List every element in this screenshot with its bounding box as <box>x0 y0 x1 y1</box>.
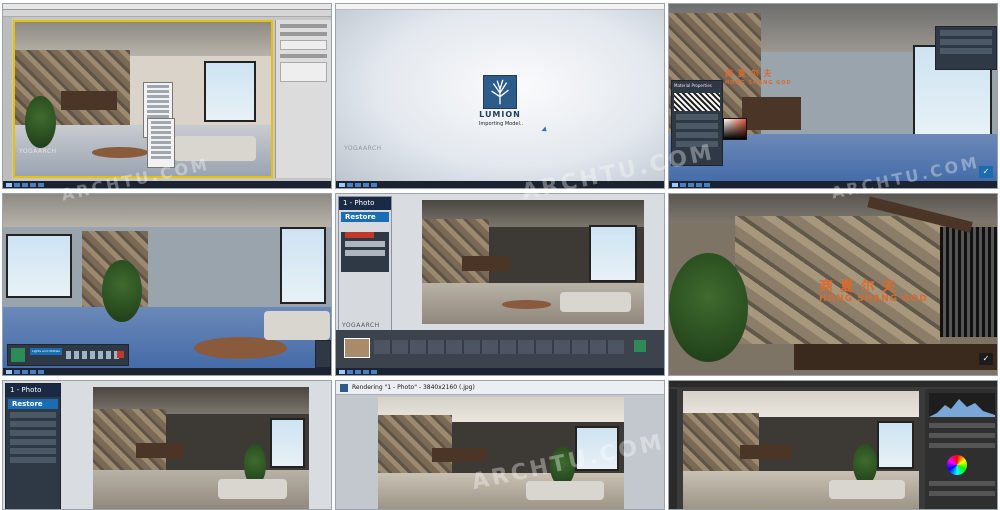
watermark-label: YOGAARCH <box>342 322 380 329</box>
wall-sign-chinese: 商 夏 尔 夫 <box>725 69 773 78</box>
document-canvas[interactable] <box>683 391 919 509</box>
lights-utilities-tab[interactable]: Lights and Utilities <box>30 348 62 355</box>
photo-mode-title: 1 - Photo <box>339 197 391 210</box>
render-titlebar: Rendering "1 - Photo" - 3840x2160 (.jpg) <box>336 381 664 395</box>
windows-start-icon[interactable] <box>6 369 12 374</box>
viewport-label: YOGAARCH <box>19 148 57 155</box>
tile-lumion-wall-closeup: 商 夏 尔 夫 HONG SHANG GOD ✓ <box>668 193 998 376</box>
effects-panel[interactable]: 1 - Photo Restore <box>338 196 392 342</box>
windows-start-icon[interactable] <box>339 369 345 374</box>
watermark-label: YOGAARCH <box>344 145 382 152</box>
scene-view[interactable]: 商 夏 尔 夫 HONG SHANG GOD <box>669 194 997 375</box>
empty-photo-slots[interactable] <box>374 340 624 354</box>
photo-thumbnail[interactable] <box>344 338 370 358</box>
restore-button[interactable]: Restore <box>341 212 389 222</box>
wall-sign-chinese: 商 夏 尔 夫 <box>819 279 897 295</box>
restore-button[interactable]: Restore <box>8 399 58 409</box>
confirm-check-button[interactable]: ✓ <box>979 353 993 365</box>
tile-3dsmax-modeling: YOGAARCH <box>2 3 332 189</box>
render-title: Rendering "1 - Photo" - 3840x2160 (.jpg) <box>352 384 475 391</box>
mouse-cursor-icon <box>541 126 549 134</box>
material-panel-title: Material Properties <box>674 83 712 88</box>
photo-set-strip[interactable] <box>336 330 664 368</box>
material-preview <box>674 93 720 111</box>
photo-preview[interactable] <box>93 387 309 509</box>
left-tool-strip <box>3 17 12 181</box>
ps-right-panels[interactable] <box>925 389 997 509</box>
windows-start-icon[interactable] <box>339 182 345 187</box>
render-button[interactable] <box>634 340 646 352</box>
tile-lumion-effects: 1 - Photo Restore <box>2 380 332 510</box>
windows-start-icon[interactable] <box>6 182 12 187</box>
tile-lumion-photo-mode: 1 - Photo Restore YOGAARCH <box>335 193 665 376</box>
effect-sliders[interactable] <box>341 232 389 272</box>
titlebar <box>336 4 664 10</box>
tile-photoshop <box>668 380 998 510</box>
import-status: Importing Model.. <box>478 121 524 127</box>
top-right-toolbox[interactable] <box>935 26 997 70</box>
placement-tools[interactable] <box>66 351 122 359</box>
main-toolbar <box>3 10 331 17</box>
effects-panel[interactable]: 1 - Photo Restore <box>5 383 61 509</box>
photo-preview[interactable] <box>422 200 644 324</box>
wall-sign-english: HONG SHANG GOD <box>725 80 792 86</box>
color-picker[interactable] <box>723 118 747 140</box>
ps-tools-strip[interactable] <box>669 389 677 509</box>
lumion-logo-icon <box>483 75 517 109</box>
confirm-check-button[interactable]: ✓ <box>979 166 993 178</box>
submenu[interactable] <box>147 118 175 168</box>
build-mode-button[interactable] <box>11 348 25 362</box>
tile-lumion-build: Lights and Utilities <box>2 193 332 376</box>
windows-taskbar[interactable] <box>336 368 664 375</box>
mode-buttons[interactable] <box>315 340 331 368</box>
command-panel[interactable] <box>275 20 331 178</box>
windows-start-icon[interactable] <box>672 182 678 187</box>
lumion-app-icon <box>340 384 348 392</box>
object-toolbar[interactable]: Lights and Utilities <box>7 344 129 366</box>
histogram <box>929 393 995 417</box>
ps-titlebar <box>669 381 997 387</box>
windows-taskbar[interactable] <box>3 368 331 375</box>
lumion-logo-text: LUMION <box>479 110 521 119</box>
delete-tool-button[interactable] <box>117 351 124 358</box>
wall-sign-english: HONG SHANG GOD <box>819 294 928 304</box>
color-wheel-icon[interactable] <box>947 455 967 475</box>
photo-mode-title: 1 - Photo <box>6 384 60 397</box>
viewport[interactable]: YOGAARCH <box>13 20 273 178</box>
